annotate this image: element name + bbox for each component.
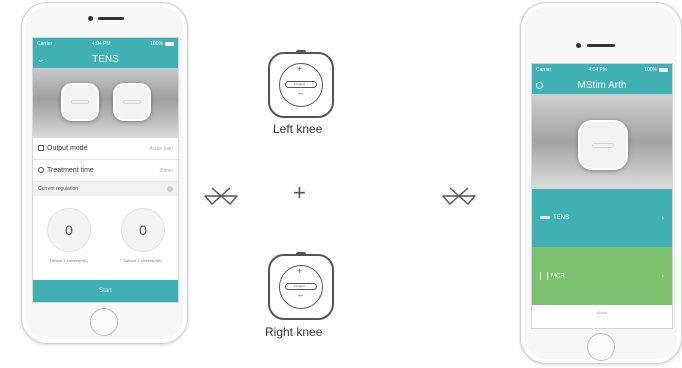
device-button: Longest	[285, 283, 317, 290]
left-phone: Carrier 4:04 PM 100% ⌄ TENS Output mode …	[21, 2, 188, 344]
bluetooth-icon	[204, 187, 238, 205]
device-2-current-dial[interactable]: 0	[121, 208, 165, 252]
device-1-current-caption: Device 1 current(mA)	[50, 258, 88, 263]
start-button[interactable]: Start	[33, 280, 178, 302]
stage: Carrier 4:04 PM 100% ⌄ TENS Output mode …	[0, 0, 682, 368]
camera-icon	[576, 43, 581, 48]
bluetooth-icon	[442, 187, 476, 205]
about-link[interactable]: About	[532, 305, 672, 319]
device-notch	[296, 50, 306, 54]
output-mode-row[interactable]: Output mode Acute pain	[33, 138, 178, 160]
treatment-time-value: 30min	[159, 167, 173, 174]
right-phone: Carrier 4:04 PM 100% MStim Arth TENS › M…	[520, 2, 682, 364]
carrier-text: Carrier	[37, 41, 53, 47]
pad-label	[592, 143, 614, 148]
carrier-text: Carrier	[536, 67, 552, 73]
device-pad-image	[578, 120, 628, 170]
mode-mcr-button[interactable]: MCR ›	[532, 247, 672, 305]
speaker-grille	[587, 44, 615, 47]
left-knee-label: Left knee	[273, 122, 323, 136]
treatment-time-label: Treatment time	[47, 167, 94, 174]
title-bar: MStim Arth	[532, 76, 672, 94]
left-knee-device: + Longest –	[268, 50, 334, 118]
device-button: Longest	[285, 81, 317, 88]
mcr-label-wrap: MCR	[540, 272, 565, 280]
battery-icon	[164, 41, 174, 46]
device-pad-image	[61, 83, 99, 121]
home-button[interactable]	[587, 333, 615, 361]
plus-sign: +	[293, 180, 306, 205]
mcr-label: MCR	[551, 273, 565, 280]
minus-icon: –	[298, 290, 304, 300]
current-dials: 0 0 Device 1 current(mA) Device 2 curren…	[33, 196, 178, 281]
battery-indicator: 100%	[644, 67, 668, 73]
left-header: Carrier 4:04 PM 100% ⌄ TENS	[33, 38, 178, 68]
speaker-grille	[98, 17, 124, 20]
device-2-current-caption: Device 2 current(mA)	[124, 258, 162, 263]
pad-label	[71, 100, 89, 104]
device-notch	[296, 252, 306, 256]
time-text: 4:04 PM	[91, 41, 111, 47]
page-title: MStim Arth	[577, 79, 627, 91]
clock-icon	[38, 167, 44, 174]
treatment-time-row[interactable]: Treatment time 30min	[33, 160, 178, 182]
title-bar: ⌄ TENS	[33, 50, 178, 68]
output-mode-label-wrap: Output mode	[38, 145, 87, 152]
right-phone-screen: Carrier 4:04 PM 100% MStim Arth TENS › M…	[531, 63, 673, 329]
battery-indicator: 100%	[150, 41, 174, 47]
chevron-right-icon: ›	[661, 272, 664, 280]
devices-image	[33, 68, 178, 138]
device-image	[532, 94, 672, 189]
tens-icon	[540, 215, 550, 219]
device-1-current-dial[interactable]: 0	[47, 208, 91, 252]
current-regulation-label: Current regulation	[38, 186, 79, 192]
pad-label	[123, 100, 141, 104]
time-text: 4:04 PM	[588, 67, 608, 73]
battery-icon	[658, 67, 668, 72]
right-header: Carrier 4:04 PM 100% MStim Arth	[532, 64, 672, 94]
device-pad-image	[113, 83, 151, 121]
current-regulation-header: Current regulation	[33, 182, 178, 196]
tens-label-wrap: TENS	[540, 215, 569, 221]
treatment-time-label-wrap: Treatment time	[38, 167, 94, 174]
left-phone-screen: Carrier 4:04 PM 100% ⌄ TENS Output mode …	[32, 37, 179, 303]
battery-text: 100%	[150, 41, 163, 47]
output-mode-value: Acute pain	[149, 145, 173, 152]
home-button[interactable]	[90, 308, 118, 336]
chevron-right-icon: ›	[661, 214, 664, 222]
minus-icon: –	[298, 88, 304, 98]
plus-icon: +	[297, 266, 303, 276]
battery-text: 100%	[644, 67, 657, 73]
status-bar: Carrier 4:04 PM 100%	[532, 64, 672, 76]
output-mode-icon	[38, 145, 44, 152]
device-1-current-value: 0	[65, 222, 73, 238]
camera-icon	[88, 16, 93, 21]
tens-label: TENS	[553, 215, 570, 221]
device-2-current-value: 0	[139, 222, 147, 238]
right-knee-label: Right knee	[265, 325, 323, 339]
plus-icon: +	[297, 64, 303, 74]
status-bar: Carrier 4:04 PM 100%	[33, 38, 178, 50]
info-icon[interactable]	[167, 186, 173, 192]
mode-tens-button[interactable]: TENS ›	[532, 189, 672, 247]
output-mode-label: Output mode	[47, 145, 88, 152]
page-title: TENS	[92, 53, 119, 65]
right-knee-device: + Longest –	[268, 252, 334, 320]
mcr-icon	[540, 272, 548, 280]
